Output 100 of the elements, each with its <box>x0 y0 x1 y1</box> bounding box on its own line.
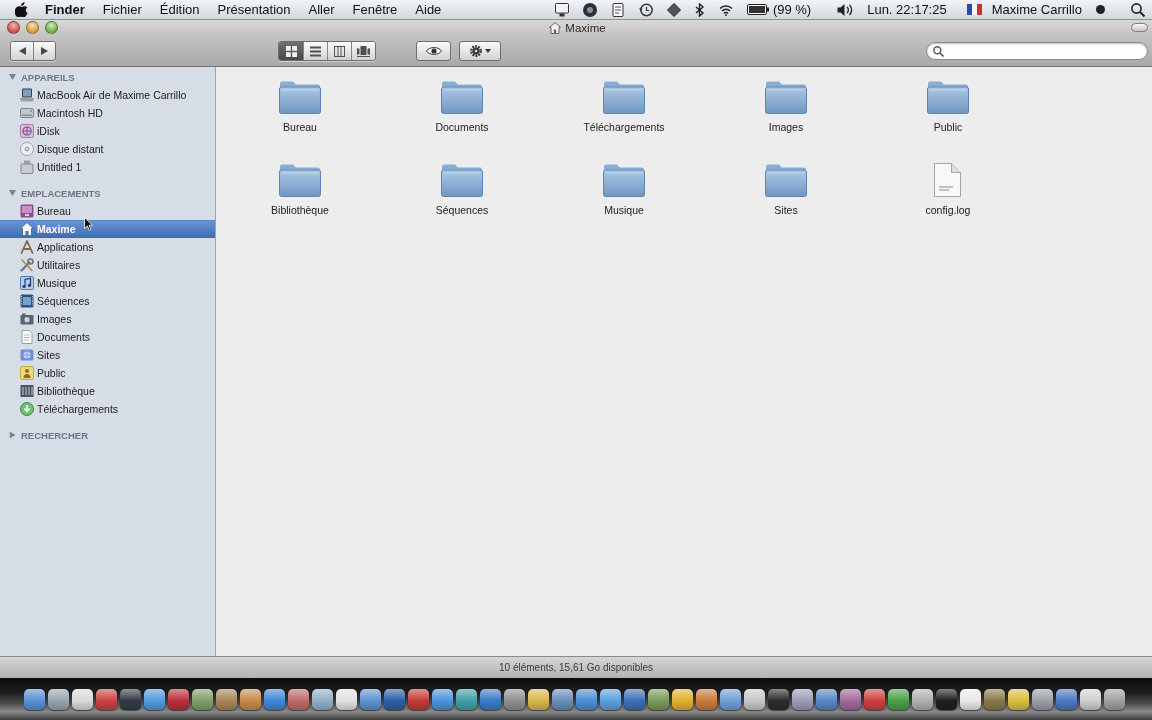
app-icon[interactable] <box>264 688 285 710</box>
app-icon[interactable] <box>624 688 645 710</box>
sidebar-item[interactable]: Sites <box>0 346 215 364</box>
sidebar-item[interactable]: Applications <box>0 238 215 256</box>
app-icon[interactable] <box>48 688 69 710</box>
app-icon[interactable] <box>792 688 813 710</box>
app-icon[interactable] <box>24 688 45 710</box>
sidebar-item[interactable]: iDisk <box>0 122 215 140</box>
app-icon[interactable] <box>1032 688 1053 710</box>
app-icon[interactable] <box>1104 688 1125 710</box>
app-icon[interactable] <box>504 688 525 710</box>
app-icon[interactable] <box>336 688 357 710</box>
file-item[interactable]: config.log <box>925 163 971 216</box>
app-icon[interactable] <box>408 688 429 710</box>
app-icon[interactable] <box>744 688 765 710</box>
app-icon[interactable] <box>648 688 669 710</box>
app-icon[interactable] <box>432 688 453 710</box>
folder-item[interactable]: Public <box>927 80 969 133</box>
menu-item[interactable]: Finder <box>36 2 94 17</box>
menu-item[interactable]: Aide <box>406 2 451 17</box>
app-icon[interactable] <box>96 688 117 710</box>
disclosure-triangle-icon[interactable] <box>9 431 16 439</box>
close-button[interactable] <box>7 21 20 34</box>
app-icon[interactable] <box>984 688 1005 710</box>
quick-look-button[interactable] <box>416 41 451 61</box>
app-icon[interactable] <box>864 688 885 710</box>
app-icon[interactable] <box>1056 688 1077 710</box>
sidebar-item[interactable]: Maxime <box>0 220 215 238</box>
view-mode-button[interactable] <box>303 42 327 60</box>
menu-clock[interactable]: Lun. 22:17:25 <box>867 2 947 17</box>
sidebar-item[interactable]: Disque distant <box>0 140 215 158</box>
app-icon[interactable] <box>888 688 909 710</box>
app-icon[interactable] <box>216 688 237 710</box>
search-field[interactable] <box>926 42 1148 60</box>
app-icon[interactable] <box>912 688 933 710</box>
app-icon[interactable] <box>552 688 573 710</box>
sidebar-item[interactable]: Séquences <box>0 292 215 310</box>
app-icon[interactable] <box>600 688 621 710</box>
app-icon[interactable] <box>816 688 837 710</box>
app-icon[interactable] <box>72 688 93 710</box>
folder-item[interactable]: Musique <box>603 163 645 216</box>
forward-button[interactable] <box>33 42 55 60</box>
app-icon[interactable] <box>960 688 981 710</box>
app-icon[interactable] <box>480 688 501 710</box>
folder-item[interactable]: Images <box>765 80 807 133</box>
app-icon[interactable] <box>456 688 477 710</box>
folder-item[interactable]: Bureau <box>279 80 321 133</box>
app-icon[interactable] <box>840 688 861 710</box>
sidebar-item[interactable]: Macintosh HD <box>0 104 215 122</box>
sidebar-item[interactable]: Téléchargements <box>0 400 215 418</box>
folder-item[interactable]: Sites <box>765 163 807 216</box>
folder-item[interactable]: Documents <box>435 80 489 133</box>
toolbar-toggle-button[interactable] <box>1131 23 1148 32</box>
sidebar-item[interactable]: Utilitaires <box>0 256 215 274</box>
sidebar-item[interactable]: Documents <box>0 328 215 346</box>
disclosure-triangle-icon[interactable] <box>9 74 16 80</box>
menu-item[interactable]: Présentation <box>208 2 300 17</box>
sidebar-item[interactable]: Public <box>0 364 215 382</box>
app-icon[interactable] <box>1008 688 1029 710</box>
menu-item[interactable]: Fichier <box>93 2 151 17</box>
app-icon[interactable] <box>240 688 261 710</box>
back-button[interactable] <box>11 42 33 60</box>
folder-item[interactable]: Séquences <box>435 163 489 216</box>
app-icon[interactable] <box>312 688 333 710</box>
disclosure-triangle-icon[interactable] <box>9 190 16 196</box>
app-icon[interactable] <box>168 688 189 710</box>
menu-item[interactable]: Édition <box>150 2 209 17</box>
folder-item[interactable]: Téléchargements <box>583 80 665 133</box>
zoom-button[interactable] <box>45 21 58 34</box>
back-forward-control[interactable] <box>10 41 56 61</box>
app-icon[interactable] <box>384 688 405 710</box>
sidebar-item[interactable]: Images <box>0 310 215 328</box>
view-mode-control[interactable] <box>278 41 376 61</box>
app-icon[interactable] <box>288 688 309 710</box>
action-menu-button[interactable] <box>459 41 501 61</box>
sidebar-item[interactable]: Untitled 1 <box>0 158 215 176</box>
sidebar-item[interactable]: Bureau <box>0 202 215 220</box>
battery-percentage: (99 %) <box>772 2 812 17</box>
sidebar-item[interactable]: Bibliothèque <box>0 382 215 400</box>
app-icon[interactable] <box>528 688 549 710</box>
menu-item[interactable]: Fenêtre <box>343 2 407 17</box>
folder-item[interactable]: Bibliothèque <box>271 163 329 216</box>
volume-icon <box>837 2 854 17</box>
app-icon[interactable] <box>576 688 597 710</box>
disc-icon <box>20 142 34 156</box>
app-icon[interactable] <box>720 688 741 710</box>
app-icon[interactable] <box>672 688 693 710</box>
app-icon[interactable] <box>144 688 165 710</box>
view-mode-button[interactable] <box>279 42 303 60</box>
view-mode-button[interactable] <box>351 42 375 60</box>
app-icon[interactable] <box>360 688 381 710</box>
sidebar-item[interactable]: MacBook Air de Maxime Carrillo <box>0 86 215 104</box>
sidebar-item[interactable]: Musique <box>0 274 215 292</box>
app-icon[interactable] <box>1080 688 1101 710</box>
view-mode-button[interactable] <box>327 42 351 60</box>
minimize-button[interactable] <box>26 21 39 34</box>
app-icon[interactable] <box>192 688 213 710</box>
app-icon[interactable] <box>696 688 717 710</box>
user-name[interactable]: Maxime Carrillo <box>991 2 1082 17</box>
menu-item[interactable]: Aller <box>299 2 344 17</box>
